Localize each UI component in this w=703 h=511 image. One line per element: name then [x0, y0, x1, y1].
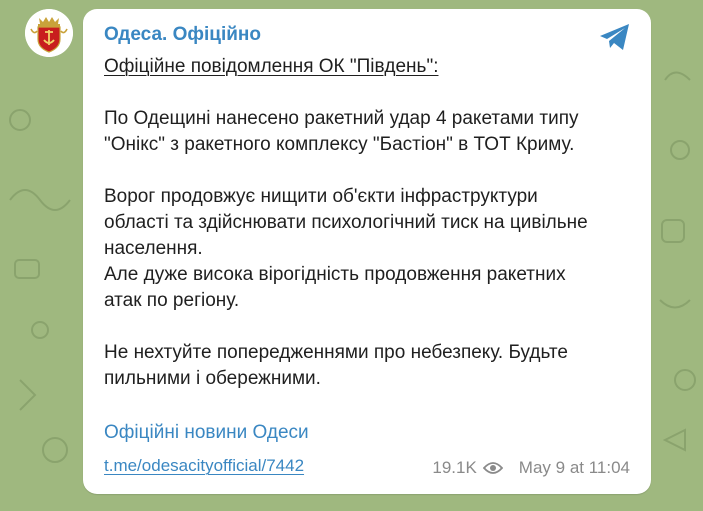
- coat-of-arms-icon: [25, 9, 73, 57]
- signature-link[interactable]: Офіційні новини Одеси: [104, 422, 309, 444]
- eye-icon: [482, 462, 503, 474]
- view-count: 19.1K: [432, 458, 477, 477]
- message-line: населення.: [104, 238, 203, 259]
- message-line: Не нехтуйте попередженнями про небезпеку…: [104, 342, 568, 363]
- telegram-send-icon: [600, 24, 629, 50]
- message-bubble: Одеса. Офіційно Офіційне повідомлення ОК…: [83, 9, 651, 494]
- message-line: Але дуже висока вірогідність продовження…: [104, 264, 566, 285]
- message-line: "Онікс" з ракетного комплексу "Бастіон" …: [104, 134, 575, 155]
- message-text: Офіційне повідомлення ОК "Південь": По О…: [104, 54, 644, 392]
- message-heading: Офіційне повідомлення ОК "Південь":: [104, 56, 439, 77]
- message-line: По Одещині нанесено ракетний удар 4 раке…: [104, 108, 579, 129]
- message-line: області та здійснювати психологічний тис…: [104, 212, 588, 233]
- message-line: атак по регіону.: [104, 290, 240, 311]
- channel-avatar[interactable]: [25, 9, 73, 57]
- post-link[interactable]: t.me/odesacityofficial/7442: [104, 456, 304, 476]
- share-button[interactable]: [597, 21, 633, 53]
- message-line: пильними і обережними.: [104, 368, 321, 389]
- message-timestamp: May 9 at 11:04: [518, 458, 630, 477]
- message-meta: 19.1K May 9 at 11:04: [432, 458, 630, 478]
- channel-name[interactable]: Одеса. Офіційно: [104, 24, 261, 46]
- message-line: Ворог продовжує нищити об'єкти інфрастру…: [104, 186, 538, 207]
